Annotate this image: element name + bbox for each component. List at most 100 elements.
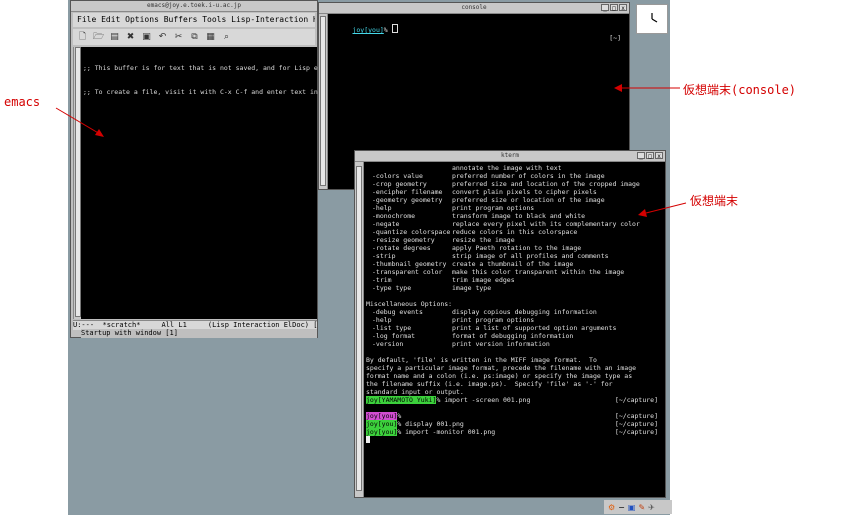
- option-name: -colors value: [372, 172, 423, 180]
- clock-icon: [651, 13, 658, 23]
- option-description: image type: [452, 284, 492, 292]
- system-tray: ⚙ − ▣ ✎ ✈: [604, 500, 672, 514]
- command-text: % import -monitor 001.png: [397, 428, 496, 436]
- text-line: standard input or output.: [366, 388, 464, 396]
- option-name: -help: [372, 316, 392, 324]
- command-text: % display 001.png: [397, 420, 464, 428]
- network-icon[interactable]: ▣: [628, 503, 636, 512]
- scroll-thumb[interactable]: [320, 16, 326, 186]
- cwd-indicator: [~/capture]: [614, 428, 658, 436]
- option-name: -help: [372, 204, 392, 212]
- paste-icon[interactable]: ▦: [205, 32, 216, 43]
- section-header: Miscellaneous Options:: [366, 300, 662, 308]
- emacs-menubar[interactable]: File Edit Options Buffers Tools Lisp-Int…: [73, 13, 315, 27]
- console-label: 仮想端末(console): [683, 83, 797, 97]
- window-title: emacs@joy.e.toek.i-u.ac.jp: [147, 2, 241, 9]
- option-description: resize the image: [452, 236, 515, 244]
- terminal-screen[interactable]: annotate the image with text -colors valu…: [364, 162, 665, 497]
- terminal-scrollbar[interactable]: [355, 162, 364, 497]
- option-description: preferred number of colors in the image: [452, 172, 605, 180]
- save-as-icon[interactable]: ▣: [141, 32, 152, 43]
- scroll-thumb[interactable]: [356, 166, 362, 491]
- edit-icon[interactable]: ✎: [638, 503, 645, 512]
- maximize-button[interactable]: □: [610, 4, 618, 12]
- settings-icon[interactable]: ⚙: [608, 503, 615, 512]
- terminal-titlebar[interactable]: kterm _ □ x: [355, 151, 665, 162]
- paragraph-line: the filename suffix (i.e. image.ps). Spe…: [366, 380, 662, 388]
- save-icon[interactable]: ▤: [109, 32, 120, 43]
- option-name: -monochrome: [372, 212, 416, 220]
- clock-widget: [636, 4, 668, 34]
- cwd-indicator: [~/capture]: [614, 412, 658, 420]
- close-button[interactable]: x: [619, 4, 627, 12]
- new-file-icon[interactable]: 🗋: [77, 32, 88, 43]
- emacs-buffer[interactable]: ;; This buffer is for text that is not s…: [81, 47, 326, 319]
- console-titlebar[interactable]: console _ □ x: [319, 3, 629, 14]
- text-line: format name and a colon (i.e. ps:image) …: [366, 372, 633, 380]
- option-description: strip image of all profiles and comments: [452, 252, 609, 260]
- option-name: -log format: [372, 332, 416, 340]
- option-name: -geometry geometry: [372, 196, 443, 204]
- emacs-titlebar[interactable]: emacs@joy.e.toek.i-u.ac.jp: [71, 1, 317, 12]
- prompt-line: joy[you]% import -monitor 001.png [~/capt…: [366, 428, 662, 436]
- option-name: -quantize colorspace: [372, 228, 451, 236]
- close-icon[interactable]: ✖: [125, 32, 136, 43]
- prompt-user: joy[you]: [366, 420, 398, 428]
- command-text: % import -screen 001.png: [436, 396, 531, 404]
- minus-icon[interactable]: −: [618, 503, 625, 512]
- minimize-button[interactable]: _: [637, 152, 645, 160]
- bird-icon[interactable]: ✈: [648, 503, 655, 512]
- terminal-window[interactable]: kterm _ □ x annotate the image with text…: [354, 150, 666, 498]
- option-description: preferred size and location of the cropp…: [452, 180, 640, 188]
- prompt-line: joy[you]% display 001.png [~/capture]: [366, 420, 662, 428]
- prompt-user: joy[you]: [352, 26, 384, 34]
- console-scrollbar[interactable]: [319, 14, 328, 189]
- prompt-line: joy[you]% [~/capture]: [366, 412, 662, 420]
- paragraph-line: By default, 'file' is written in the MIF…: [366, 356, 662, 364]
- buffer-line: ;; To create a file, visit it with C-x C…: [83, 88, 326, 96]
- option-name: -negate: [372, 220, 400, 228]
- undo-icon[interactable]: ↶: [157, 32, 168, 43]
- prompt-user: joy[you]: [366, 412, 398, 420]
- option-name: -rotate degrees: [372, 244, 431, 252]
- maximize-button[interactable]: □: [646, 152, 654, 160]
- terminal-label: 仮想端末: [690, 194, 739, 208]
- close-button[interactable]: x: [655, 152, 663, 160]
- paragraph-line: standard input or output.: [366, 388, 662, 396]
- option-name: -list type: [372, 324, 412, 332]
- option-description: make this color transparent within the i…: [452, 268, 625, 276]
- cut-icon[interactable]: ✂: [173, 32, 184, 43]
- command-text: %: [397, 412, 406, 420]
- copy-icon[interactable]: ⧉: [189, 32, 200, 43]
- text-line: specify a particular image format, prece…: [366, 364, 637, 372]
- prompt-symbol: %: [383, 26, 392, 34]
- window-title: console: [461, 4, 487, 11]
- paragraph-line: specify a particular image format, prece…: [366, 364, 662, 372]
- emacs-echo-area: Startup with window [1]: [81, 329, 317, 338]
- help-description: annotate the image with text: [452, 164, 562, 172]
- option-description: display copious debugging information: [452, 308, 597, 316]
- option-description: reduce colors in this colorspace: [452, 228, 578, 236]
- minimize-button[interactable]: _: [601, 4, 609, 12]
- option-description: replace every pixel with its complementa…: [452, 220, 640, 228]
- emacs-window[interactable]: emacs@joy.e.toek.i-u.ac.jp File Edit Opt…: [70, 0, 326, 338]
- prompt-user: joy[you]: [366, 428, 398, 436]
- cursor-line: [366, 436, 662, 445]
- text-line: By default, 'file' is written in the MIF…: [366, 356, 597, 364]
- search-icon[interactable]: ⌕: [221, 32, 232, 43]
- option-description: trim image edges: [452, 276, 515, 284]
- option-name: -version: [372, 340, 404, 348]
- option-description: create a thumbnail of the image: [452, 260, 574, 268]
- open-folder-icon[interactable]: 🗁: [93, 32, 104, 43]
- option-description: convert plain pixels to cipher pixels: [452, 188, 597, 196]
- option-description: print version information: [452, 340, 550, 348]
- option-name: -thumbnail geometry: [372, 260, 447, 268]
- paragraph-line: format name and a colon (i.e. ps:image) …: [366, 372, 662, 380]
- buffer-line: ;; This buffer is for text that is not s…: [83, 64, 326, 72]
- option-name: -transparent color: [372, 268, 443, 276]
- option-description: print program options: [452, 316, 535, 324]
- option-name: -debug events: [372, 308, 423, 316]
- cwd-indicator: [~/capture]: [614, 420, 658, 428]
- option-name: -crop geometry: [372, 180, 427, 188]
- option-description: print program options: [452, 204, 535, 212]
